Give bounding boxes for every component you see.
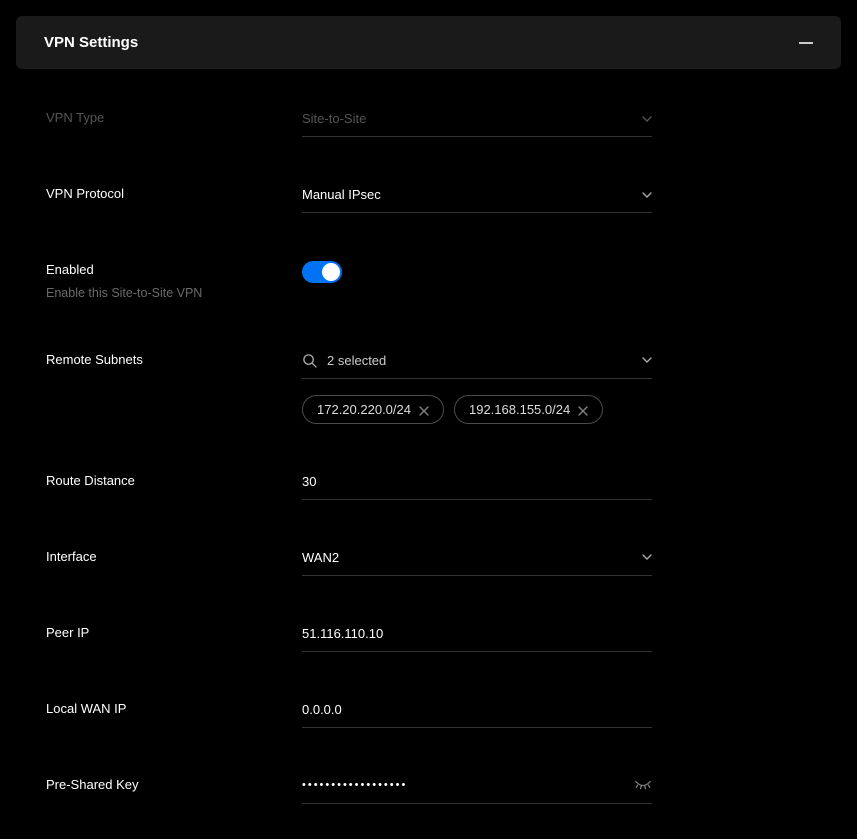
remote-subnets-summary: 2 selected: [327, 353, 386, 368]
toggle-knob: [322, 263, 340, 281]
remote-subnets-label: Remote Subnets: [46, 351, 302, 369]
remote-subnet-chip[interactable]: 192.168.155.0/24: [454, 395, 603, 424]
peer-ip-label: Peer IP: [46, 624, 302, 642]
vpn-type-value: Site-to-Site: [302, 111, 366, 126]
interface-select[interactable]: WAN2: [302, 548, 652, 576]
search-icon: [302, 353, 317, 368]
remote-subnets-search[interactable]: 2 selected: [302, 351, 652, 379]
psk-field[interactable]: ••••••••••••••••••: [302, 776, 652, 804]
remote-subnets-chips: 172.20.220.0/24 192.168.155.0/24: [302, 395, 652, 424]
eye-hidden-icon[interactable]: [634, 779, 652, 791]
interface-label: Interface: [46, 548, 302, 566]
local-wan-ip-label: Local WAN IP: [46, 700, 302, 718]
enabled-sublabel: Enable this Site-to-Site VPN: [46, 285, 302, 303]
vpn-protocol-select[interactable]: Manual IPsec: [302, 185, 652, 213]
peer-ip-field[interactable]: [302, 624, 652, 652]
vpn-settings-form: VPN Type Site-to-Site VPN Protocol Manua…: [16, 109, 841, 839]
local-wan-ip-input[interactable]: [302, 702, 652, 717]
panel-title: VPN Settings: [44, 34, 138, 51]
vpn-type-label: VPN Type: [46, 109, 302, 127]
enabled-toggle[interactable]: [302, 261, 342, 283]
route-distance-field[interactable]: [302, 472, 652, 500]
close-icon[interactable]: [578, 404, 588, 414]
vpn-type-select[interactable]: Site-to-Site: [302, 109, 652, 137]
close-icon[interactable]: [419, 404, 429, 414]
interface-value: WAN2: [302, 550, 339, 565]
collapse-icon[interactable]: [799, 42, 813, 44]
vpn-protocol-value: Manual IPsec: [302, 187, 381, 202]
vpn-protocol-label: VPN Protocol: [46, 185, 302, 203]
chevron-down-icon: [642, 116, 652, 122]
peer-ip-input[interactable]: [302, 626, 652, 641]
remote-subnet-chip[interactable]: 172.20.220.0/24: [302, 395, 444, 424]
chip-label: 172.20.220.0/24: [317, 402, 411, 417]
chip-label: 192.168.155.0/24: [469, 402, 570, 417]
chevron-down-icon: [642, 554, 652, 560]
route-distance-input[interactable]: [302, 474, 652, 489]
chevron-down-icon: [642, 192, 652, 198]
route-distance-label: Route Distance: [46, 472, 302, 490]
local-wan-ip-field[interactable]: [302, 700, 652, 728]
psk-masked-value: ••••••••••••••••••: [302, 779, 407, 791]
psk-label: Pre-Shared Key: [46, 776, 302, 794]
panel-header[interactable]: VPN Settings: [16, 16, 841, 69]
enabled-label: Enabled: [46, 261, 302, 279]
chevron-down-icon: [642, 357, 652, 363]
